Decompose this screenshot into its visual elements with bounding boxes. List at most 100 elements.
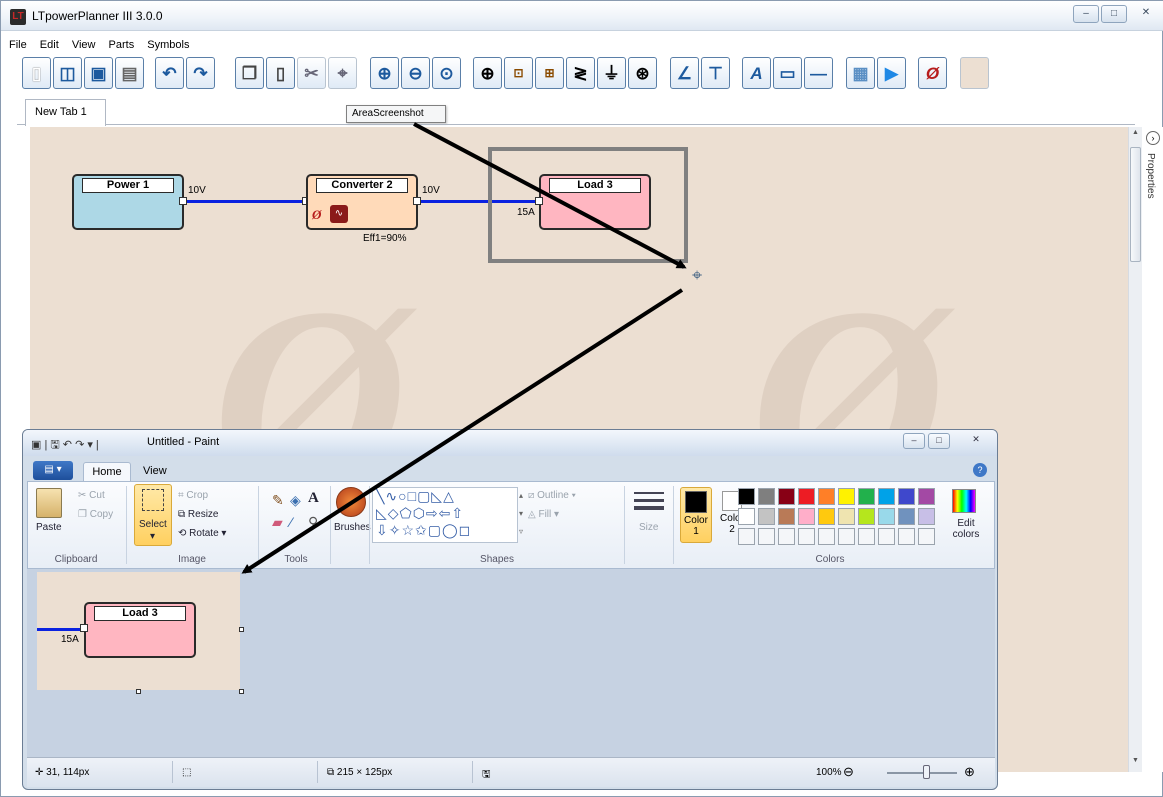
zoom-slider-thumb[interactable] [923,765,930,779]
properties-tab[interactable]: Properties [1145,153,1156,199]
color-swatch-icon[interactable] [960,57,989,89]
palette-swatch[interactable] [918,508,935,525]
add-ldo-icon[interactable]: ⊞ [535,57,564,89]
scroll-up-arrow-icon[interactable]: ▲ [1129,129,1142,141]
menu-view[interactable]: View [72,39,96,51]
zoom-in-icon[interactable]: ⊕ [964,764,975,780]
edit-colors-button[interactable]: Edit colors [949,518,983,540]
crop-button[interactable]: ⌗ Crop [178,490,208,501]
menu-symbols[interactable]: Symbols [147,39,189,51]
add-converter-icon[interactable]: ⊡ [504,57,533,89]
close-button[interactable]: ✕ [1131,5,1161,23]
load-block[interactable]: Load 3 [539,174,651,230]
palette-swatch[interactable] [918,528,935,545]
brushes-button[interactable]: Brushes [334,522,371,533]
palette-swatch[interactable] [798,528,815,545]
palette-swatch[interactable] [898,488,915,505]
menu-file[interactable]: File [9,39,27,51]
zoom-slider[interactable] [887,772,957,774]
select-button[interactable]: Select ▾ [134,484,172,546]
palette-swatch[interactable] [878,508,895,525]
paint-maximize-button[interactable]: □ [928,433,950,449]
palette-swatch[interactable] [758,508,775,525]
minimize-button[interactable]: – [1073,5,1099,23]
paste-icon[interactable] [36,488,62,518]
tab-home[interactable]: Home [83,462,131,482]
expand-chevron-icon[interactable]: › [1146,131,1160,145]
wire[interactable] [187,200,307,203]
quick-access-toolbar[interactable]: ▣ | 🖫 ↶ ↷ ▾ | [31,436,99,455]
help-icon[interactable]: ? [973,463,987,477]
paste-icon[interactable]: ▯ [266,57,295,89]
scroll-down-arrow-icon[interactable]: ▼ [1129,757,1142,769]
palette-swatch[interactable] [838,528,855,545]
text-tool-icon[interactable]: A [308,490,319,507]
palette-swatch[interactable] [858,508,875,525]
open-icon[interactable]: ◫ [53,57,82,89]
palette-swatch[interactable] [818,528,835,545]
paint-app-menu-button[interactable]: ▤ ▾ [33,461,73,480]
calculator-icon[interactable]: ▦ [846,57,875,89]
palette-swatch[interactable] [778,488,795,505]
palette-swatch[interactable] [758,488,775,505]
connector-icon[interactable]: ⊤ [701,57,730,89]
copy-button[interactable]: ❐ Copy [78,509,113,520]
zoom-in-icon[interactable]: ⊕ [370,57,399,89]
paint-canvas-area[interactable]: 15A Load 3 [27,569,995,757]
palette-swatch[interactable] [858,528,875,545]
add-ground-icon[interactable]: ⏚ [597,57,626,89]
menu-parts[interactable]: Parts [109,39,135,51]
power-block[interactable]: Power 1 [72,174,184,230]
edit-colors-icon[interactable] [952,489,976,513]
resize-handle[interactable] [239,689,244,694]
size-button[interactable]: Size [639,522,658,533]
palette-swatch[interactable] [738,488,755,505]
palette-swatch[interactable] [858,488,875,505]
palette-swatch[interactable] [738,528,755,545]
rotate-button[interactable]: ⟲ Rotate ▾ [178,528,226,539]
shapes-scroll-icon[interactable]: ▴ ▾ ▿ [519,487,523,541]
redo-icon[interactable]: ↷ [186,57,215,89]
zoom-fit-icon[interactable]: ⊙ [432,57,461,89]
palette-swatch[interactable] [878,488,895,505]
save-icon[interactable]: ▣ [84,57,113,89]
outline-button[interactable]: ⧄ Outline ▾ [528,490,576,501]
area-screenshot-icon[interactable]: ⌖ [328,57,357,89]
zoom-out-icon[interactable]: ⊖ [843,764,854,780]
palette-swatch[interactable] [818,488,835,505]
add-load-icon[interactable]: ⊛ [628,57,657,89]
shapes-gallery[interactable]: ╲∿○□▢◺△ ◺◇⬠⬡⇨⇦⇧ ⇩✧☆✩▢◯◻ [372,487,518,543]
lt-logo-icon[interactable]: Ø [918,57,947,89]
copy-icon[interactable]: ❐ [235,57,264,89]
pasted-image[interactable]: 15A Load 3 [37,572,240,690]
brushes-icon[interactable] [336,487,366,517]
fill-bucket-icon[interactable]: ◈ [290,492,301,509]
palette-swatch[interactable] [778,528,795,545]
output-pin[interactable] [413,197,421,205]
add-resistor-icon[interactable]: ≷ [566,57,595,89]
resize-handle[interactable] [239,627,244,632]
magnifier-icon[interactable]: ⚲ [308,514,318,531]
palette-swatch[interactable] [918,488,935,505]
cut-icon[interactable]: ✂ [297,57,326,89]
palette-swatch[interactable] [758,528,775,545]
palette-swatch[interactable] [838,488,855,505]
palette-swatch[interactable] [838,508,855,525]
print-icon[interactable]: ▤ [115,57,144,89]
color-1-button[interactable]: Color 1 [680,487,712,543]
paint-close-button[interactable]: ✕ [958,433,994,449]
menu-edit[interactable]: Edit [40,39,59,51]
tab-view[interactable]: View [143,465,167,477]
undo-icon[interactable]: ↶ [155,57,184,89]
paste-button[interactable]: Paste [36,522,62,533]
palette-swatch[interactable] [798,488,815,505]
zoom-out-icon[interactable]: ⊖ [401,57,430,89]
output-pin[interactable] [179,197,187,205]
horizontal-line-icon[interactable]: — [804,57,833,89]
paint-minimize-button[interactable]: – [903,433,925,449]
vertical-scrollbar[interactable]: ▲ ▼ [1128,127,1142,772]
rectangle-icon[interactable]: ▭ [773,57,802,89]
palette-swatch[interactable] [778,508,795,525]
resize-button[interactable]: ⧉ Resize [178,509,219,520]
size-lines-icon[interactable] [634,492,664,510]
